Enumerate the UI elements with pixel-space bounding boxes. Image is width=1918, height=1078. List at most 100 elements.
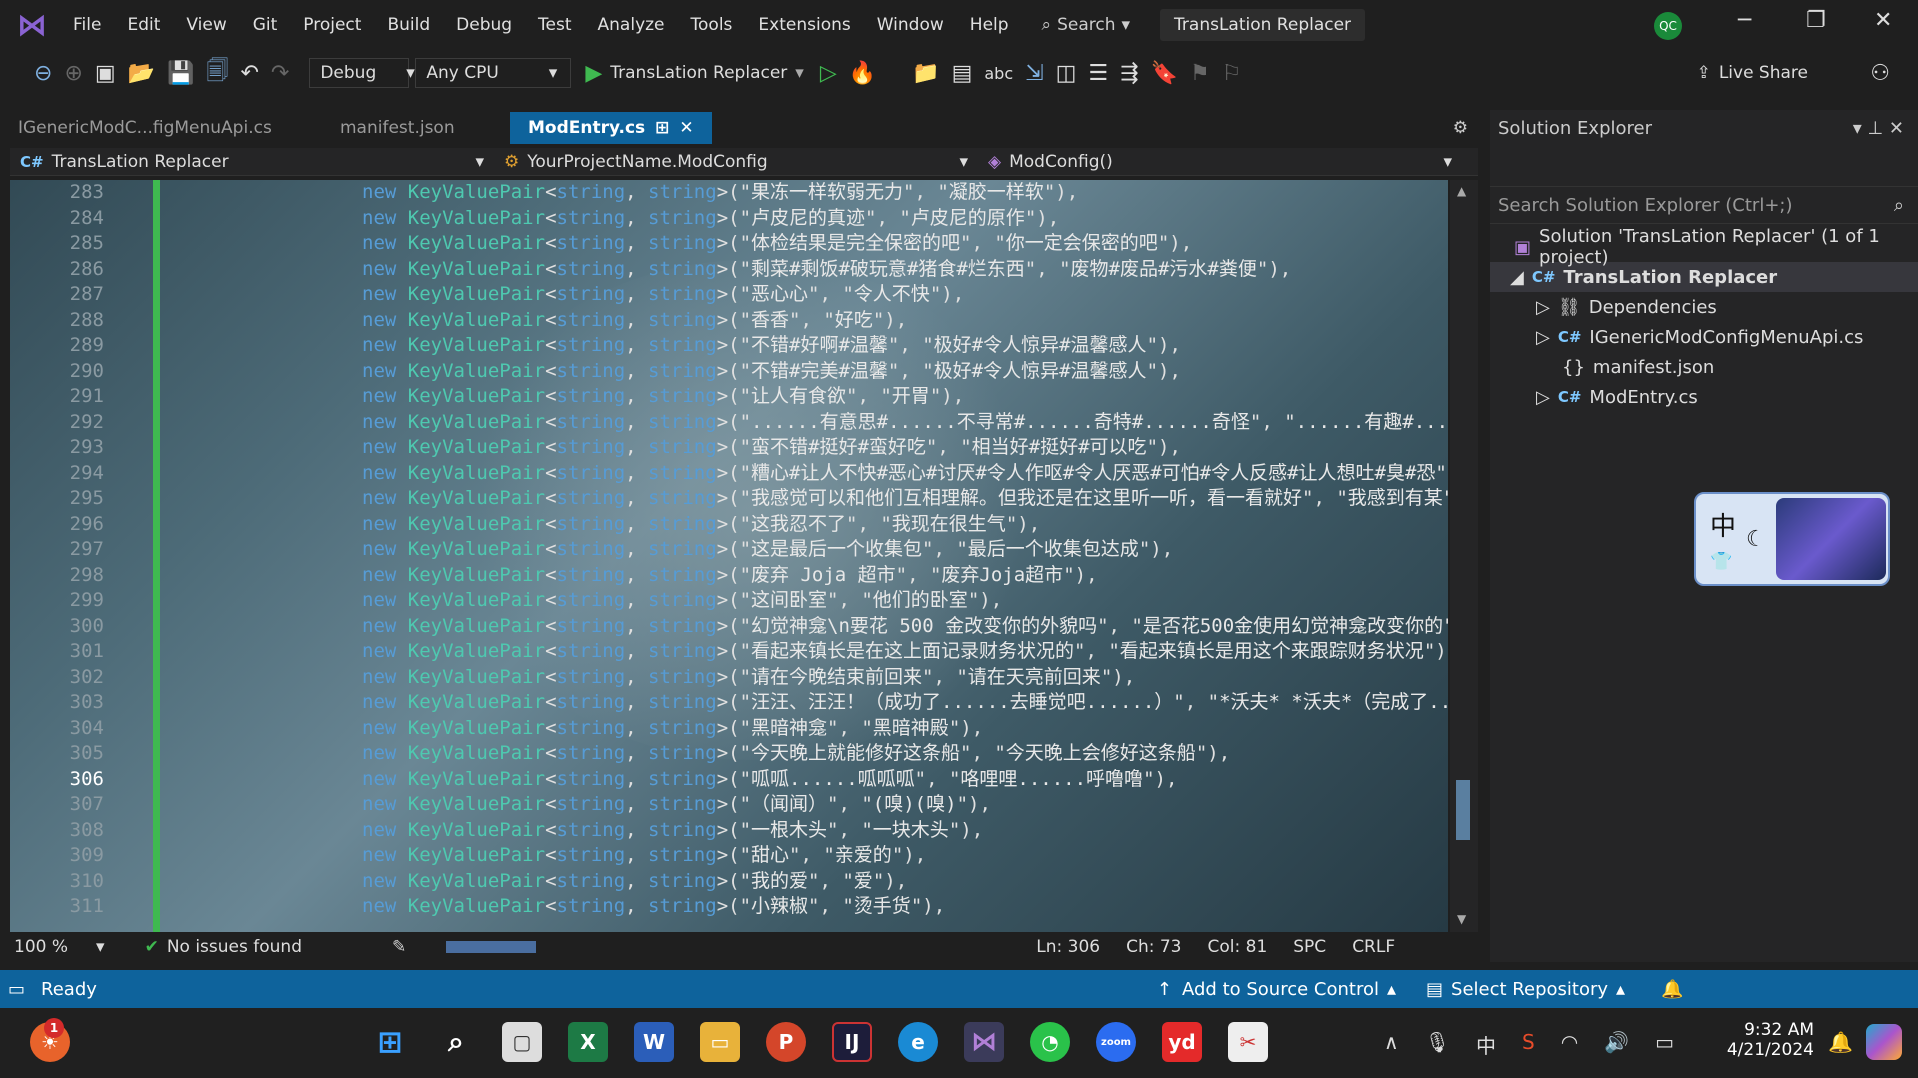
input-method-icon[interactable]: 中 — [1476, 1030, 1496, 1059]
menu-test[interactable]: Test — [525, 15, 584, 35]
settings-gear-icon[interactable]: ⚙ — [1453, 118, 1468, 138]
code-line[interactable]: new KeyValuePair<string, string>("请在今晚结束… — [362, 665, 1448, 691]
wechat-icon[interactable]: ◔ — [1030, 1022, 1070, 1062]
class-dropdown[interactable]: ⚙ YourProjectName.ModConfig ▾ — [494, 152, 978, 172]
solution-node[interactable]: ▣ Solution 'TransLation Replacer' (1 of … — [1490, 226, 1918, 268]
undo-icon[interactable]: ↶ — [240, 61, 258, 86]
menu-file[interactable]: File — [60, 15, 114, 35]
excel-icon[interactable]: X — [568, 1022, 608, 1062]
visual-studio-icon[interactable]: ⋈ — [964, 1022, 1004, 1062]
word-icon[interactable]: W — [634, 1022, 674, 1062]
hot-reload-icon[interactable]: 🔥 — [849, 61, 876, 86]
chevron-up-icon[interactable]: ▴ — [1616, 979, 1625, 1000]
code-line[interactable]: new KeyValuePair<string, string>("废弃 Joj… — [362, 563, 1448, 589]
code-editor[interactable]: 283 284 285 286 287 288 289 290 291 292 293 294 295 2… — [10, 180, 1448, 932]
member-dropdown[interactable]: ◈ ModConfig() ▾ — [978, 152, 1462, 172]
copilot-icon[interactable] — [1866, 1024, 1902, 1060]
ime-widget[interactable]: 中 👕 ☾ — [1694, 492, 1890, 586]
code-cleanup-icon[interactable]: ✎ — [392, 937, 406, 957]
scroll-down-icon[interactable]: ▼ — [1457, 912, 1466, 926]
code-line[interactable]: new KeyValuePair<string, string>("我感觉可以和… — [362, 486, 1448, 512]
code-line[interactable]: new KeyValuePair<string, string>("这间卧室",… — [362, 588, 1448, 614]
outdent-icon[interactable]: ☰ — [1088, 61, 1108, 86]
edge-icon[interactable]: e — [898, 1022, 938, 1062]
task-view-icon[interactable]: ▢ — [502, 1022, 542, 1062]
intellij-icon[interactable]: IJ — [832, 1022, 872, 1062]
code-line[interactable]: new KeyValuePair<string, string>("黑暗神龛",… — [362, 716, 1448, 742]
code-line[interactable]: new KeyValuePair<string, string>("果冻一样软弱… — [362, 180, 1448, 206]
zoom-level[interactable]: 100 % — [14, 937, 68, 957]
code-line[interactable]: new KeyValuePair<string, string>("这我忍不了"… — [362, 512, 1448, 538]
code-line[interactable]: new KeyValuePair<string, string>("小辣椒", … — [362, 894, 1448, 920]
menu-build[interactable]: Build — [374, 15, 443, 35]
configuration-dropdown[interactable]: Debug ▾ — [309, 58, 415, 88]
select-repository[interactable]: Select Repository — [1451, 979, 1608, 1000]
chevron-up-icon[interactable]: ∧ — [1384, 1030, 1399, 1059]
redo-icon[interactable]: ↷ — [271, 61, 289, 86]
spell-check-icon[interactable]: abc — [984, 64, 1013, 83]
powerpoint-icon[interactable]: P — [766, 1022, 806, 1062]
panel-controls[interactable]: ▾ ⊥ ✕ — [1853, 118, 1904, 139]
microphone-icon[interactable]: 🎙 — [1425, 1030, 1450, 1059]
zoom-icon[interactable]: zoom — [1096, 1022, 1136, 1062]
code-line[interactable]: new KeyValuePair<string, string>("体检结果是完… — [362, 231, 1448, 257]
close-icon[interactable]: ✕ — [1874, 8, 1892, 33]
new-item-icon[interactable]: ▣ — [95, 61, 116, 86]
menu-edit[interactable]: Edit — [114, 15, 173, 35]
battery-icon[interactable]: ▭ — [1655, 1030, 1674, 1059]
code-line[interactable]: new KeyValuePair<string, string>("不错#完美#… — [362, 359, 1448, 385]
code-line[interactable]: new KeyValuePair<string, string>("卢皮尼的真迹… — [362, 206, 1448, 232]
menu-project[interactable]: Project — [290, 15, 374, 35]
window-layout-icon[interactable]: ▤ — [952, 61, 973, 86]
code-line[interactable]: new KeyValuePair<string, string>("不错#好啊#… — [362, 333, 1448, 359]
search-icon[interactable]: ⌕ — [436, 1022, 476, 1062]
windows-start-icon[interactable]: ⊞ — [370, 1022, 410, 1062]
notification-icon[interactable]: 🔔 — [1828, 1030, 1853, 1054]
minimize-icon[interactable]: ─ — [1738, 8, 1751, 33]
file-explorer-icon[interactable]: ▭ — [700, 1022, 740, 1062]
sogou-icon[interactable]: S — [1522, 1030, 1535, 1059]
line-ending-indicator[interactable]: CRLF — [1352, 937, 1395, 957]
code-line[interactable]: new KeyValuePair<string, string>("甜心", "… — [362, 843, 1448, 869]
project-dropdown[interactable]: C# TransLation Replacer ▾ — [10, 152, 494, 172]
menu-view[interactable]: View — [173, 15, 239, 35]
restore-icon[interactable]: ❐ — [1806, 8, 1826, 33]
col-indicator[interactable]: Col: 81 — [1208, 937, 1268, 957]
scroll-up-icon[interactable]: ▲ — [1457, 184, 1466, 198]
back-icon[interactable]: ⊖ — [34, 61, 52, 86]
menu-analyze[interactable]: Analyze — [585, 15, 678, 35]
scroll-thumb[interactable] — [1456, 780, 1470, 840]
code-line[interactable]: new KeyValuePair<string, string>("幻觉神龛\n… — [362, 614, 1448, 640]
prev-bookmark-icon[interactable]: ⚑ — [1190, 61, 1210, 86]
live-share-button[interactable]: ⇪ Live Share — [1697, 63, 1808, 83]
clock[interactable]: 9:32 AM 4/21/2024 — [1718, 1020, 1814, 1060]
code-line[interactable]: new KeyValuePair<string, string>("剩菜#剩饭#… — [362, 257, 1448, 283]
snipping-tool-icon[interactable]: ✂ — [1228, 1022, 1268, 1062]
whitespace-indicator[interactable]: SPC — [1293, 937, 1326, 957]
char-indicator[interactable]: Ch: 73 — [1126, 937, 1181, 957]
chevron-down-icon[interactable]: ▾ — [795, 63, 804, 83]
compare-icon[interactable]: ◫ — [1056, 61, 1077, 86]
tree-item-igenericmodconfigmenuapi[interactable]: ▷ C# IGenericModConfigMenuApi.cs — [1490, 322, 1918, 352]
code-line[interactable]: new KeyValuePair<string, string>("我的爱", … — [362, 869, 1448, 895]
horizontal-scroll-thumb[interactable] — [446, 941, 537, 953]
forward-icon[interactable]: ⊕ — [64, 61, 82, 86]
solution-search-input[interactable]: Search Solution Explorer (Ctrl+;) ⌕ — [1490, 186, 1918, 224]
folder-icon[interactable]: 📁 — [912, 61, 939, 86]
search-box[interactable]: ⌕ Search ▾ — [1042, 15, 1130, 35]
visual-studio-logo-icon[interactable]: ⋈ — [14, 7, 50, 43]
menu-help[interactable]: Help — [957, 15, 1022, 35]
code-line[interactable]: new KeyValuePair<string, string>("蛮不错#挺好… — [362, 435, 1448, 461]
menu-tools[interactable]: Tools — [678, 15, 746, 35]
code-line[interactable]: new KeyValuePair<string, string>("恶心心", … — [362, 282, 1448, 308]
code-line[interactable]: new KeyValuePair<string, string>("让人有食欲"… — [362, 384, 1448, 410]
indent-icon[interactable]: ⇶ — [1120, 61, 1138, 86]
code-line[interactable]: new KeyValuePair<string, string>("......… — [362, 410, 1448, 436]
code-line[interactable]: new KeyValuePair<string, string>("汪汪、汪汪！… — [362, 690, 1448, 716]
platform-dropdown[interactable]: Any CPU ▾ — [415, 58, 572, 88]
pin-icon[interactable]: ⊞ — [655, 118, 669, 138]
menu-window[interactable]: Window — [864, 15, 957, 35]
save-all-icon[interactable]: 🗐 — [206, 54, 228, 92]
youdao-icon[interactable]: yd — [1162, 1022, 1202, 1062]
code-line[interactable]: new KeyValuePair<string, string>("看起来镇长是… — [362, 639, 1448, 665]
